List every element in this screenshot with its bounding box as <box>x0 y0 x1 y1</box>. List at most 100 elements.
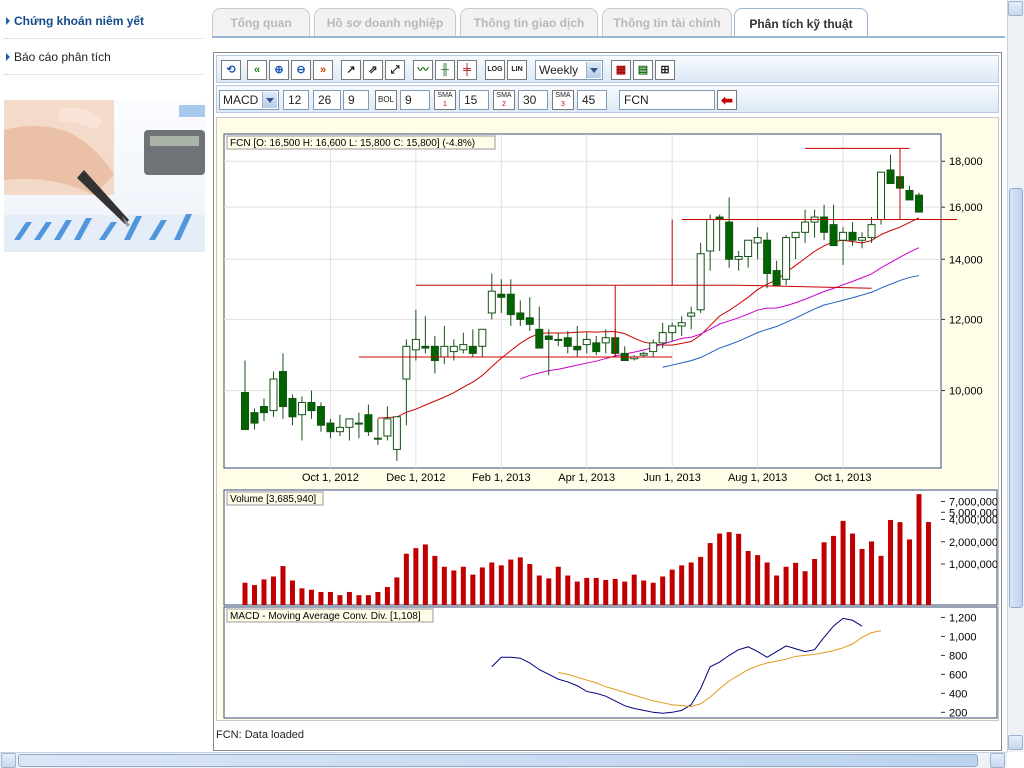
horizontal-scroll-thumb[interactable] <box>18 754 978 767</box>
status-bar: FCN: Data loaded <box>216 729 305 741</box>
volume-bar <box>451 570 457 605</box>
date-tick-label: Feb 1, 2013 <box>472 472 531 484</box>
date-tick-label: Apr 1, 2013 <box>558 472 615 484</box>
candle-body <box>373 437 382 440</box>
linear-scale-button[interactable]: LIN <box>507 60 527 80</box>
volume-bar <box>289 580 295 605</box>
sma3-input[interactable]: 45 <box>577 90 607 110</box>
volume-bar <box>394 577 400 605</box>
candle-body <box>601 337 610 344</box>
tab-overview[interactable]: Tổng quan <box>212 8 310 36</box>
macd-slow-input[interactable]: 26 <box>313 90 341 110</box>
vertical-scrollbar[interactable] <box>1007 0 1024 752</box>
macd-signal-input[interactable]: 9 <box>343 90 369 110</box>
candle-body <box>668 325 677 334</box>
scroll-down-icon[interactable] <box>1008 735 1023 750</box>
layout-icon[interactable]: ⊞ <box>655 60 675 80</box>
date-tick-label: Aug 1, 2013 <box>728 472 787 484</box>
chart-svg[interactable]: 10,000 12,000 14,000 16,000 18,000 Oct 1, 201… <box>217 118 998 720</box>
tab-company-profile[interactable]: Hồ sơ doanh nghiệp <box>314 8 456 36</box>
candle-body <box>525 317 534 325</box>
volume-bar <box>717 533 723 605</box>
candle-body <box>241 392 249 431</box>
volume-bar <box>413 548 419 605</box>
sma3-button[interactable]: SMA 3 <box>552 90 574 110</box>
pen-chart-illustration <box>4 100 205 252</box>
tab-label: Phân tích kỹ thuật <box>749 16 853 31</box>
volume-bar <box>546 578 552 605</box>
vertical-scroll-thumb[interactable] <box>1009 188 1023 608</box>
macd-tick-label: 800 <box>949 650 967 662</box>
volume-bar <box>736 533 742 605</box>
volume-bar <box>460 566 466 605</box>
candle-body <box>573 345 582 351</box>
tab-label: Tổng quan <box>230 15 292 30</box>
zoom-in-icon[interactable]: ⊕ <box>269 60 289 80</box>
volume-bar <box>593 577 599 605</box>
zoom-out-icon[interactable]: ⊖ <box>291 60 311 80</box>
period-value: Weekly <box>539 63 579 77</box>
volume-bar <box>812 559 818 605</box>
sidebar-item-listed-securities[interactable]: Chứng khoán niêm yết <box>4 4 204 39</box>
scroll-right-arrow-icon[interactable] <box>990 753 1005 768</box>
candle-body <box>392 416 401 450</box>
candle-body <box>383 418 392 437</box>
sma-number: 3 <box>561 101 565 108</box>
scroll-up-icon[interactable] <box>1008 1 1023 16</box>
volume-bar <box>251 585 257 605</box>
volume-bar <box>508 559 514 605</box>
horizontal-scrollbar[interactable] <box>0 752 1007 768</box>
scroll-left-arrow-icon[interactable] <box>1 753 16 768</box>
symbol-input[interactable]: FCN <box>619 90 715 110</box>
line-chart-icon[interactable]: 〰 <box>413 60 433 80</box>
volume-bar <box>907 539 913 605</box>
scroll-right-icon[interactable]: » <box>313 60 333 80</box>
candle-body <box>250 412 259 424</box>
volume-tick-label: 1,000,000 <box>949 559 998 571</box>
back-arrow-icon[interactable]: ⬅ <box>717 90 737 110</box>
volume-bar <box>688 562 694 605</box>
candlestick-chart-icon[interactable]: ╪ <box>457 60 477 80</box>
volume-bar <box>337 595 343 605</box>
scroll-left-icon[interactable]: « <box>247 60 267 80</box>
ohlc-chart-icon[interactable]: ╫ <box>435 60 455 80</box>
sma1-button[interactable]: SMA 1 <box>434 90 456 110</box>
chevron-down-icon <box>586 62 601 78</box>
bollinger-input[interactable]: 9 <box>400 90 430 110</box>
candle-body <box>544 335 553 340</box>
candle-body <box>867 224 876 239</box>
draw-trendline-icon[interactable]: ↗ <box>341 60 361 80</box>
candle-body <box>696 253 705 311</box>
indicator-select[interactable]: MACD <box>219 90 279 110</box>
sma2-button[interactable]: SMA 2 <box>493 90 515 110</box>
grid-icon[interactable]: ▦ <box>611 60 631 80</box>
tab-trading-info[interactable]: Thông tin giao dịch <box>460 8 598 36</box>
draw-parallel-icon[interactable]: ⇗ <box>363 60 383 80</box>
sidebar-item-analysis-reports[interactable]: Báo cáo phân tích <box>4 40 204 75</box>
sma2-input[interactable]: 30 <box>518 90 548 110</box>
volume-bar <box>831 535 837 605</box>
macd-tick-label: 600 <box>949 669 967 681</box>
volume-bar <box>432 555 438 605</box>
sma1-input[interactable]: 15 <box>459 90 489 110</box>
table-icon[interactable]: ▤ <box>633 60 653 80</box>
volume-bar <box>878 555 884 605</box>
tab-technical-analysis[interactable]: Phân tích kỹ thuật <box>734 8 868 38</box>
tab-financial-info[interactable]: Thông tin tài chính <box>602 8 732 36</box>
log-scale-button[interactable]: LOG <box>485 60 505 80</box>
candle-body <box>421 345 430 349</box>
refresh-icon[interactable]: ⟲ <box>221 60 241 80</box>
period-select[interactable]: Weekly <box>535 60 603 80</box>
volume-bar <box>403 553 409 605</box>
volume-bar <box>631 574 637 605</box>
draw-line-icon[interactable]: ⤢ <box>385 60 405 80</box>
price-tick-label: 14,000 <box>949 254 983 266</box>
candle-body <box>411 338 420 351</box>
volume-bar <box>660 576 666 605</box>
sma-label: SMA <box>555 92 571 99</box>
macd-fast-input[interactable]: 12 <box>283 90 309 110</box>
bollinger-button[interactable]: BOL <box>375 90 397 110</box>
banner-image <box>4 100 205 252</box>
candle-body <box>516 312 525 320</box>
volume-bar <box>850 533 856 605</box>
